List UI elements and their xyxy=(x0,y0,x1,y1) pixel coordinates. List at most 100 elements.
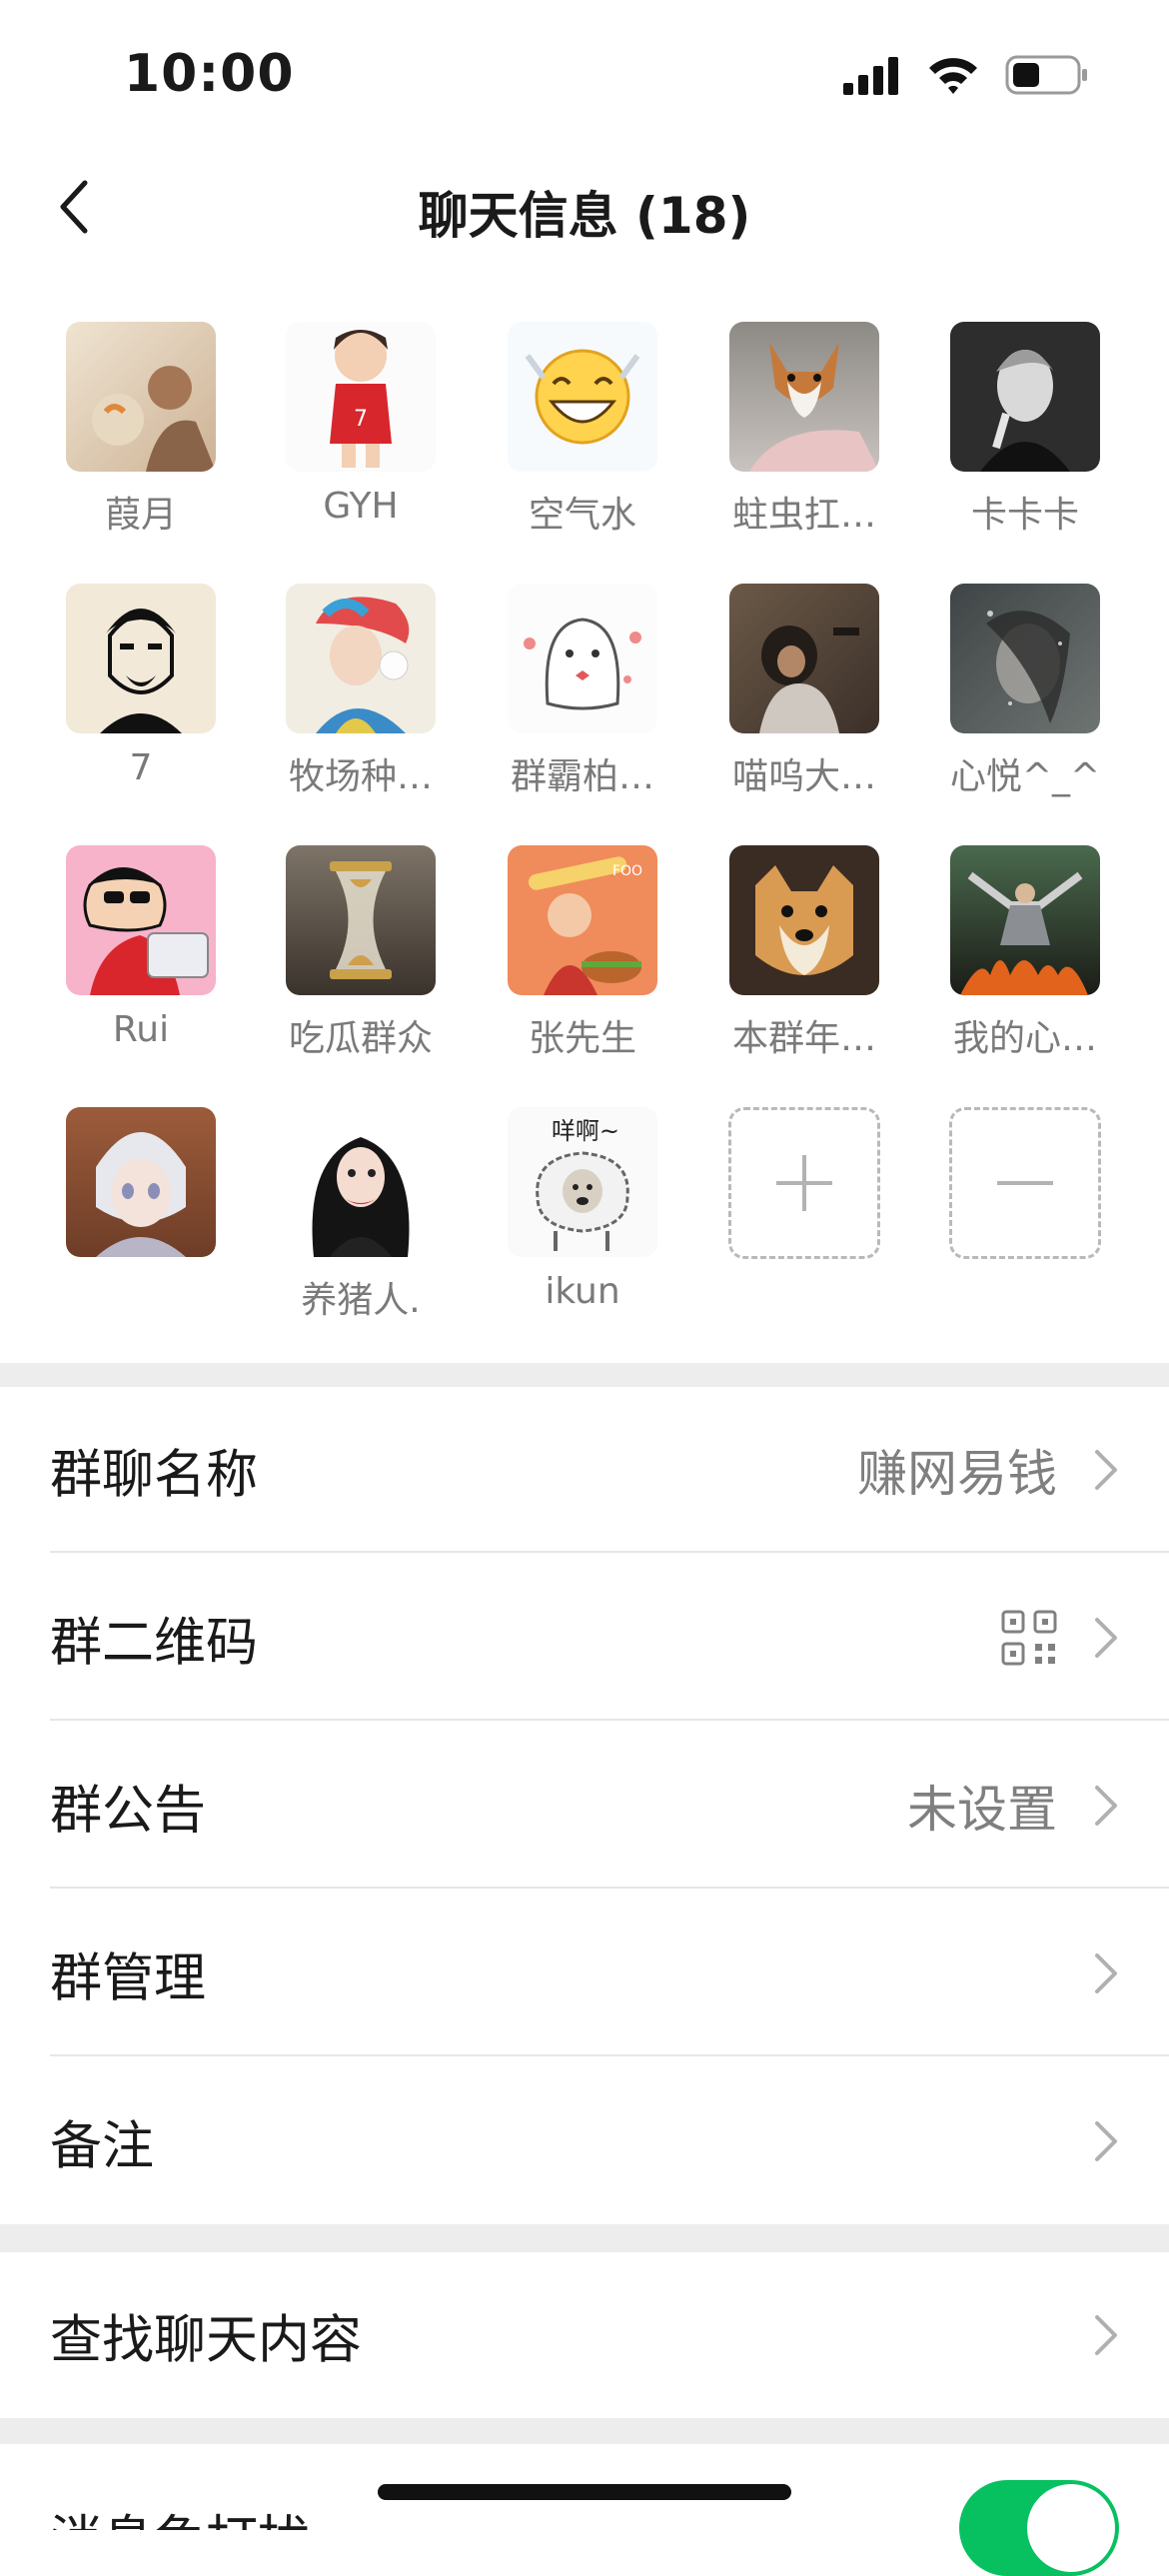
status-time: 10:00 xyxy=(124,44,295,104)
minus-icon xyxy=(997,1181,1053,1185)
member-item[interactable]: 葭月 xyxy=(41,322,241,538)
member-item[interactable]: 空气水 xyxy=(483,322,682,538)
member-name: 喵呜大… xyxy=(731,756,876,797)
member-item[interactable]: 蛀虫扛… xyxy=(704,322,904,538)
avatar xyxy=(66,322,216,472)
group-announcement-label: 群公告 xyxy=(50,1781,207,1842)
search-chat-label: 查找聊天内容 xyxy=(50,2310,363,2371)
group-manage-row[interactable]: 群管理 xyxy=(0,1891,1169,2056)
group-name-row[interactable]: 群聊名称 赚网易钱 xyxy=(0,1387,1169,1553)
member-name: 我的心… xyxy=(952,1018,1097,1059)
group-name-label: 群聊名称 xyxy=(50,1445,259,1506)
add-member-button[interactable] xyxy=(704,1107,904,1259)
member-name: 7 xyxy=(129,747,153,788)
avatar xyxy=(286,584,436,733)
member-item[interactable]: 咩啊~ ikun xyxy=(483,1107,682,1312)
member-item[interactable]: 养猪人. xyxy=(261,1107,461,1323)
svg-text:7: 7 xyxy=(354,407,368,432)
member-item[interactable]: 吃瓜群众 xyxy=(261,845,461,1061)
chevron-right-icon xyxy=(1095,1786,1117,1826)
nav-bar: 聊天信息 (18) xyxy=(0,150,1169,265)
avatar xyxy=(66,1107,216,1257)
meme-caption: 咩啊~ xyxy=(552,1117,619,1145)
avatar xyxy=(66,584,216,733)
group-announcement-value: 未设置 xyxy=(907,1781,1057,1839)
plus-icon xyxy=(776,1155,832,1211)
home-indicator xyxy=(378,2484,791,2500)
member-name: Rui xyxy=(112,1009,170,1050)
avatar xyxy=(950,322,1100,472)
avatar xyxy=(508,322,657,472)
member-name: 卡卡卡 xyxy=(970,495,1079,536)
search-chat-row[interactable]: 查找聊天内容 xyxy=(0,2252,1169,2418)
group-manage-label: 群管理 xyxy=(50,1948,207,2009)
member-name: 张先生 xyxy=(528,1018,636,1059)
avatar xyxy=(508,584,657,733)
member-name: ikun xyxy=(545,1271,620,1312)
avatar xyxy=(950,584,1100,733)
avatar xyxy=(286,845,436,995)
avatar xyxy=(729,845,879,995)
avatar xyxy=(729,322,879,472)
member-name: 本群年… xyxy=(731,1018,876,1059)
member-name: 空气水 xyxy=(528,495,636,536)
member-item[interactable]: 心悦^_^ xyxy=(925,584,1125,799)
member-item[interactable]: 牧场种… xyxy=(261,584,461,799)
remark-row[interactable]: 备注 xyxy=(0,2058,1169,2224)
group-announcement-row[interactable]: 群公告 未设置 xyxy=(0,1723,1169,1889)
avatar xyxy=(286,1107,436,1257)
member-item[interactable]: 喵呜大… xyxy=(704,584,904,799)
avatar xyxy=(950,845,1100,995)
section-divider xyxy=(0,1363,1169,1387)
row-divider xyxy=(50,2054,1169,2056)
avatar: 咩啊~ xyxy=(508,1107,657,1257)
signal-icon xyxy=(843,57,898,95)
member-item[interactable]: 卡卡卡 xyxy=(925,322,1125,538)
chevron-right-icon xyxy=(1095,2315,1117,2355)
chevron-right-icon xyxy=(1095,1953,1117,1993)
avatar xyxy=(729,584,879,733)
section-divider xyxy=(0,2418,1169,2444)
mute-toggle[interactable] xyxy=(959,2480,1119,2576)
member-name: 群霸柏… xyxy=(510,756,654,797)
member-item[interactable]: 本群年… xyxy=(704,845,904,1061)
member-name: 心悦^_^ xyxy=(949,756,1101,797)
chevron-right-icon xyxy=(1095,1450,1117,1490)
status-icons xyxy=(841,54,1089,96)
wifi-icon xyxy=(929,58,977,94)
group-name-value: 赚网易钱 xyxy=(857,1445,1057,1503)
member-name: 吃瓜群众 xyxy=(288,1018,433,1059)
member-item[interactable]: Rui xyxy=(41,845,241,1050)
member-item[interactable]: 7 xyxy=(41,584,241,788)
member-name: 养猪人. xyxy=(301,1280,421,1321)
remove-member-button[interactable] xyxy=(925,1107,1125,1259)
group-qr-label: 群二维码 xyxy=(50,1613,259,1674)
member-item[interactable]: 群霸柏… xyxy=(483,584,682,799)
row-divider xyxy=(50,1719,1169,1721)
section-divider xyxy=(0,2224,1169,2252)
member-name: 蛀虫扛… xyxy=(731,495,876,536)
page-title: 聊天信息 (18) xyxy=(418,187,751,245)
avatar: 7 xyxy=(286,322,436,472)
member-item[interactable]: 7 GYH xyxy=(261,322,461,527)
row-divider xyxy=(50,1887,1169,1889)
row-divider xyxy=(50,1551,1169,1553)
group-qr-row[interactable]: 群二维码 xyxy=(0,1555,1169,1721)
member-item[interactable]: FOO 张先生 xyxy=(483,845,682,1061)
toggle-knob xyxy=(1027,2484,1115,2572)
remark-label: 备注 xyxy=(50,2116,155,2177)
status-bar: 10:00 xyxy=(0,0,1169,150)
member-item[interactable]: 我的心… xyxy=(925,845,1125,1061)
svg-text:FOO: FOO xyxy=(612,863,642,879)
chevron-right-icon xyxy=(1095,2121,1117,2161)
chevron-right-icon xyxy=(1095,1618,1117,1658)
member-item[interactable] xyxy=(41,1107,241,1271)
battery-icon xyxy=(1005,55,1087,95)
member-name: 牧场种… xyxy=(288,756,433,797)
add-member-box[interactable] xyxy=(728,1107,880,1259)
remove-member-box[interactable] xyxy=(949,1107,1101,1259)
mute-label: 消息免打扰 xyxy=(50,2498,310,2530)
member-name: GYH xyxy=(323,486,399,527)
avatar xyxy=(66,845,216,995)
qr-code-icon xyxy=(1001,1610,1057,1666)
